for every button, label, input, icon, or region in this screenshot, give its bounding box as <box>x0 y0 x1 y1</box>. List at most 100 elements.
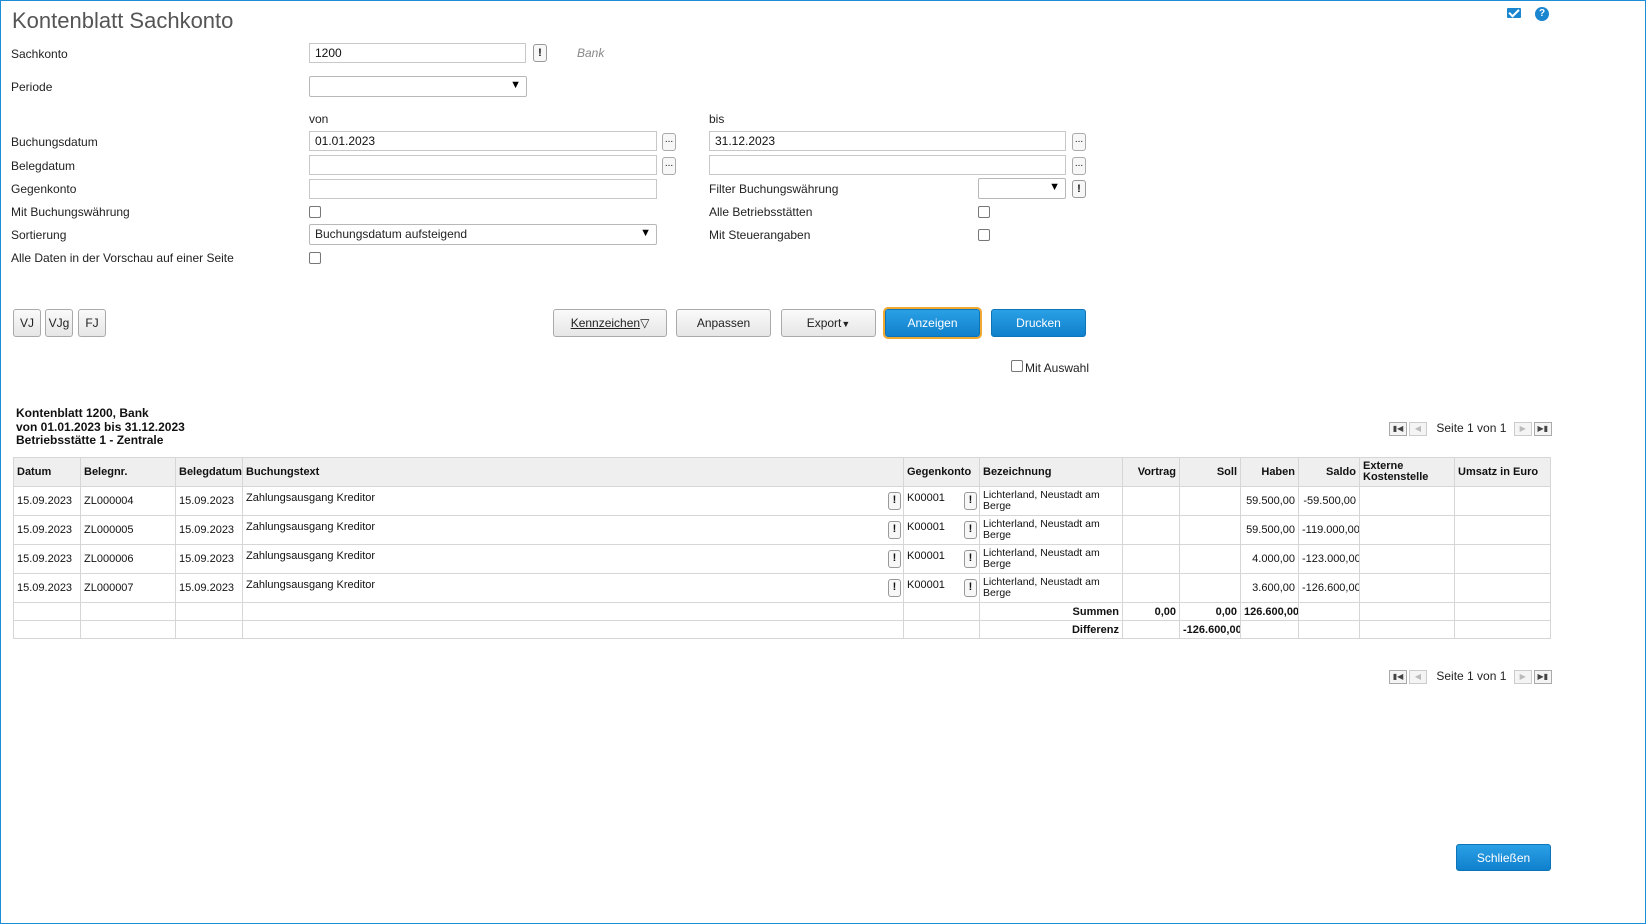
col-belegnr[interactable]: Belegnr. <box>80 457 176 487</box>
export-button[interactable]: Export▼ <box>781 309 876 337</box>
alert-button[interactable]: ! <box>888 521 901 539</box>
cell-externe-kostenstelle <box>1359 573 1455 603</box>
col-externe-kostenstelle[interactable]: Externe Kostenstelle <box>1359 457 1455 487</box>
table-row[interactable]: 15.09.2023 ZL000004 15.09.2023! Zahlungsaus… <box>13 486 1551 516</box>
alle-betriebsstaetten-checkbox[interactable] <box>978 206 990 218</box>
fj-button[interactable]: FJ <box>78 309 106 337</box>
alert-button[interactable]: ! <box>888 492 901 510</box>
col-umsatz-euro[interactable]: Umsatz in Euro <box>1454 457 1551 487</box>
belegdatum-bis-input[interactable] <box>709 155 1066 175</box>
gegenkonto-label: Gegenkonto <box>11 182 77 196</box>
cell-gegenkonto: ! K00001 <box>903 573 980 603</box>
col-vortrag[interactable]: Vortrag <box>1122 457 1180 487</box>
cell-haben-value: 4.000,00 <box>1252 553 1295 565</box>
alert-button[interactable]: ! <box>888 579 901 597</box>
cell-belegnr: ZL000004 <box>80 486 176 516</box>
next-page-icon[interactable]: ▶ <box>1513 669 1532 684</box>
last-page-icon[interactable]: ▶▮ <box>1533 669 1552 684</box>
schliessen-button[interactable]: Schließen <box>1456 844 1551 871</box>
filter-buchungswaehrung-select[interactable]: ▼ <box>978 178 1066 199</box>
mail-icon[interactable] <box>1507 8 1521 18</box>
cell-saldo-value: -59.500,00 <box>1303 495 1356 507</box>
kennzeichen-label: Kennzeichen <box>570 316 641 330</box>
differenz-row: Differenz -126.600,00 <box>13 620 1551 639</box>
summen-label: Summen <box>979 602 1123 621</box>
prev-page-icon[interactable]: ◀ <box>1409 669 1427 684</box>
alle-daten-checkbox[interactable] <box>309 252 321 264</box>
buchungsdatum-von-input[interactable]: 01.01.2023 <box>309 131 657 151</box>
differenz-label: Differenz <box>979 620 1123 639</box>
cell-umsatz-euro <box>1454 544 1551 574</box>
chevron-down-icon: ▼ <box>510 79 521 91</box>
cell-gegenkonto: ! K00001 <box>903 486 980 516</box>
kennzeichen-button[interactable]: Kennzeichen▽ <box>553 309 667 337</box>
cell-bezeichnung: Lichterland, Neustadt am Berge <box>979 573 1123 603</box>
col-belegdatum[interactable]: Belegdatum <box>175 457 243 487</box>
col-datum[interactable]: Datum <box>13 457 81 487</box>
cell-vortrag <box>1122 486 1180 516</box>
col-buchungstext[interactable]: Buchungstext <box>242 457 904 487</box>
alert-button[interactable]: ! <box>888 550 901 568</box>
export-label: Export <box>806 316 842 330</box>
vjg-button[interactable]: VJg <box>45 309 73 337</box>
table-row[interactable]: 15.09.2023 ZL000006 15.09.2023! Zahlungsaus… <box>13 544 1551 574</box>
cell-vortrag <box>1122 515 1180 545</box>
belegdatum-von-input[interactable] <box>309 155 657 175</box>
buchungsdatum-bis-picker[interactable]: ... <box>1072 133 1086 151</box>
table-header-row: Datum Belegnr. Belegdatum Buchungstext G… <box>13 457 1551 487</box>
sortierung-select[interactable]: Buchungsdatum aufsteigend ▼ <box>309 224 657 245</box>
mit-auswahl-label: Mit Auswahl <box>1025 361 1090 375</box>
table-row[interactable]: 15.09.2023 ZL000005 15.09.2023! Zahlungsaus… <box>13 515 1551 545</box>
cell-umsatz-euro <box>1454 486 1551 516</box>
cell-saldo: -123.000,00 <box>1298 544 1360 574</box>
summen-haben: 126.600,00 <box>1240 602 1299 621</box>
alle-betriebsstaetten-label: Alle Betriebsstätten <box>709 205 813 219</box>
sachkonto-alert-button[interactable]: ! <box>533 44 547 62</box>
anzeigen-button[interactable]: Anzeigen <box>885 309 980 337</box>
alert-button[interactable]: ! <box>964 579 977 597</box>
sachkonto-input[interactable]: 1200 <box>309 43 526 63</box>
table-row[interactable]: 15.09.2023 ZL000007 15.09.2023! Zahlungsaus… <box>13 573 1551 603</box>
alert-button[interactable]: ! <box>964 521 977 539</box>
belegdatum-von-picker[interactable]: ... <box>662 157 676 175</box>
report-header: Kontenblatt 1200, Bank von 01.01.2023 bi… <box>16 406 185 448</box>
buchungsdatum-bis-input[interactable]: 31.12.2023 <box>709 131 1066 151</box>
cell-belegdatum: 15.09.2023 <box>175 515 243 545</box>
alert-button[interactable]: ! <box>964 492 977 510</box>
cell-buchungstext: ! Zahlungsausgang Kreditor <box>242 515 904 545</box>
caret-down-icon: ▼ <box>841 319 851 329</box>
help-icon[interactable]: ? <box>1535 7 1549 21</box>
col-gegenkonto[interactable]: Gegenkonto <box>903 457 980 487</box>
vj-button[interactable]: VJ <box>13 309 41 337</box>
first-page-icon[interactable]: ▮◀ <box>1389 669 1407 684</box>
prev-page-icon[interactable]: ◀ <box>1409 421 1427 436</box>
next-page-icon[interactable]: ▶ <box>1513 421 1532 436</box>
gegenkonto-input[interactable] <box>309 179 657 199</box>
cell-buchungstext-value: Zahlungsausgang Kreditor <box>246 521 376 533</box>
cell-belegnr: ZL000005 <box>80 515 176 545</box>
belegdatum-bis-picker[interactable]: ... <box>1072 157 1086 175</box>
cell-vortrag <box>1122 573 1180 603</box>
mit-buchungswaehrung-checkbox[interactable] <box>309 206 321 218</box>
col-soll[interactable]: Soll <box>1179 457 1241 487</box>
alert-button[interactable]: ! <box>964 550 977 568</box>
cell-bezeichnung-value: Lichterland, Neustadt am Berge <box>983 518 1100 541</box>
buchungsdatum-von-picker[interactable]: ... <box>662 133 676 151</box>
pager-bottom: ▮◀ ◀ Seite 1 von 1 ▶ ▶▮ <box>1389 669 1554 685</box>
summen-vortrag: 0,00 <box>1122 602 1180 621</box>
col-saldo[interactable]: Saldo <box>1298 457 1360 487</box>
col-bezeichnung[interactable]: Bezeichnung <box>979 457 1123 487</box>
cell-buchungstext: ! Zahlungsausgang Kreditor <box>242 486 904 516</box>
mit-auswahl-checkbox[interactable] <box>1011 360 1023 372</box>
filter-buchungswaehrung-alert-button[interactable]: ! <box>1072 180 1086 198</box>
periode-select[interactable]: ▼ <box>309 76 527 97</box>
anpassen-button[interactable]: Anpassen <box>676 309 771 337</box>
col-haben[interactable]: Haben <box>1240 457 1299 487</box>
last-page-icon[interactable]: ▶▮ <box>1533 421 1552 436</box>
cell-gegenkonto-value: K00001 <box>907 579 945 591</box>
mit-steuerangaben-checkbox[interactable] <box>978 229 990 241</box>
first-page-icon[interactable]: ▮◀ <box>1389 421 1407 436</box>
periode-label: Periode <box>11 80 53 94</box>
cell-bezeichnung: Lichterland, Neustadt am Berge <box>979 544 1123 574</box>
drucken-button[interactable]: Drucken <box>991 309 1086 337</box>
